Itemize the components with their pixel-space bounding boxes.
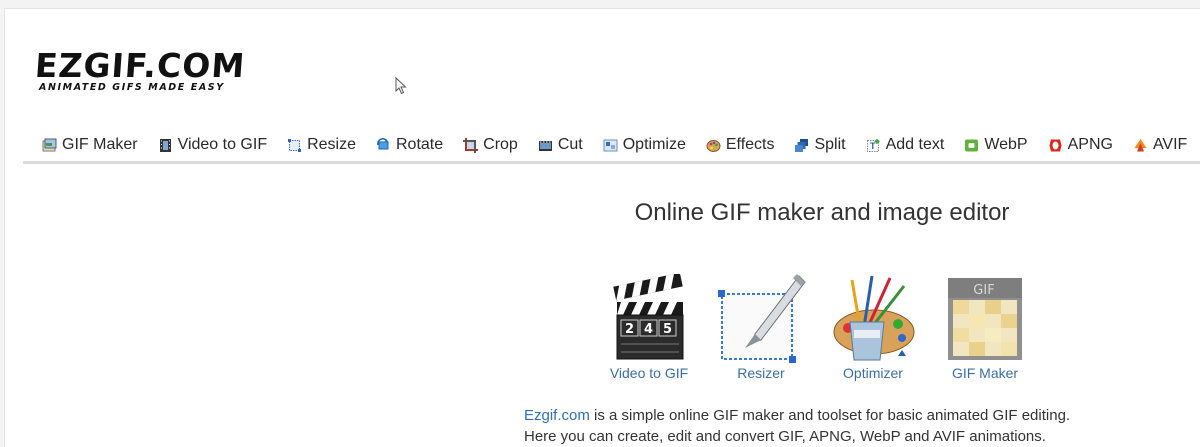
cut-icon	[538, 138, 553, 153]
intro-line-2: Here you can create, edit and convert GI…	[524, 428, 1046, 445]
nav-item-label: Cut	[557, 136, 583, 153]
optimize-icon	[603, 138, 618, 153]
svg-text:4: 4	[644, 322, 653, 337]
nav-item-label: GIF Maker	[62, 136, 138, 153]
add-text-icon: T	[866, 138, 881, 153]
rotate-icon	[376, 137, 391, 153]
nav-item-split[interactable]: Split	[794, 136, 846, 154]
tool-label[interactable]: Optimizer	[817, 365, 929, 381]
gif-file-icon: GIF	[929, 269, 1041, 364]
crop-icon	[463, 137, 479, 153]
site-logo[interactable]: EZGIF.COM ANIMATED GIFS MADE EASY	[33, 46, 247, 93]
nav-item-effects[interactable]: Effects	[706, 136, 775, 154]
nav-item-add-text[interactable]: T Add text	[866, 136, 945, 154]
ezgif-link[interactable]: Ezgif.com	[524, 407, 590, 424]
split-icon	[794, 138, 809, 153]
gif-maker-icon	[42, 138, 57, 153]
clapperboard-icon: 2 4 5	[593, 269, 705, 364]
tool-optimizer[interactable]: Optimizer	[817, 269, 929, 381]
avif-icon	[1133, 138, 1148, 153]
nav-item-label: Optimize	[622, 136, 686, 153]
main-nav: GIF Maker Video to GIF Resize Rotate Cro…	[23, 129, 1200, 164]
nav-item-rotate[interactable]: Rotate	[376, 136, 443, 154]
tool-video-to-gif[interactable]: 2 4 5 Video to GIF	[593, 269, 705, 381]
resize-icon	[287, 138, 302, 153]
nav-item-label: Video to GIF	[177, 136, 268, 153]
page-title: Online GIF maker and image editor	[634, 199, 1010, 226]
paint-brushes-icon	[817, 269, 929, 364]
palette-icon	[706, 138, 721, 153]
apng-icon	[1048, 138, 1063, 153]
tool-shortcuts: 2 4 5 Video to GIF Resizer Optimizer GIF…	[593, 269, 1041, 381]
nav-item-gif-maker[interactable]: GIF Maker	[42, 136, 138, 154]
svg-text:2: 2	[625, 322, 634, 337]
svg-text:GIF: GIF	[973, 283, 994, 298]
resizer-knife-icon	[705, 269, 817, 364]
nav-item-label: Rotate	[396, 136, 444, 153]
tool-label[interactable]: GIF Maker	[929, 365, 1041, 381]
nav-item-video-to-gif[interactable]: Video to GIF	[158, 136, 268, 154]
tool-label[interactable]: Resizer	[705, 365, 817, 381]
nav-item-label: Effects	[725, 136, 775, 153]
nav-item-crop[interactable]: Crop	[463, 136, 518, 154]
nav-item-resize[interactable]: Resize	[287, 136, 356, 154]
webp-icon	[964, 138, 979, 153]
tool-label[interactable]: Video to GIF	[593, 365, 705, 381]
nav-item-label: AVIF	[1152, 136, 1188, 153]
intro-text: Ezgif.com is a simple online GIF maker a…	[524, 405, 1070, 447]
page: EZGIF.COM ANIMATED GIFS MADE EASY GIF Ma…	[4, 8, 1200, 447]
nav-item-label: WebP	[984, 136, 1028, 153]
nav-item-label: Crop	[483, 136, 518, 153]
nav-item-avif[interactable]: AVIF	[1133, 136, 1187, 154]
nav-item-webp[interactable]: WebP	[964, 136, 1028, 154]
svg-text:T: T	[870, 141, 876, 151]
tool-gif-maker[interactable]: GIF GIF Maker	[929, 269, 1041, 381]
film-icon	[158, 138, 173, 153]
nav-item-label: APNG	[1067, 136, 1113, 153]
tool-resizer[interactable]: Resizer	[705, 269, 817, 381]
intro-line-1: Ezgif.com is a simple online GIF maker a…	[524, 405, 1070, 426]
nav-item-label: Resize	[307, 136, 356, 153]
mouse-cursor-icon	[395, 76, 407, 100]
nav-item-label: Add text	[885, 136, 945, 153]
nav-item-label: Split	[814, 136, 846, 153]
nav-item-optimize[interactable]: Optimize	[603, 136, 686, 154]
svg-text:5: 5	[663, 322, 672, 337]
logo-title: EZGIF.COM	[33, 46, 247, 85]
nav-item-apng[interactable]: APNG	[1048, 136, 1113, 154]
nav-item-cut[interactable]: Cut	[538, 136, 583, 154]
intro-line-1-text: is a simple online GIF maker and toolset…	[589, 407, 1071, 424]
